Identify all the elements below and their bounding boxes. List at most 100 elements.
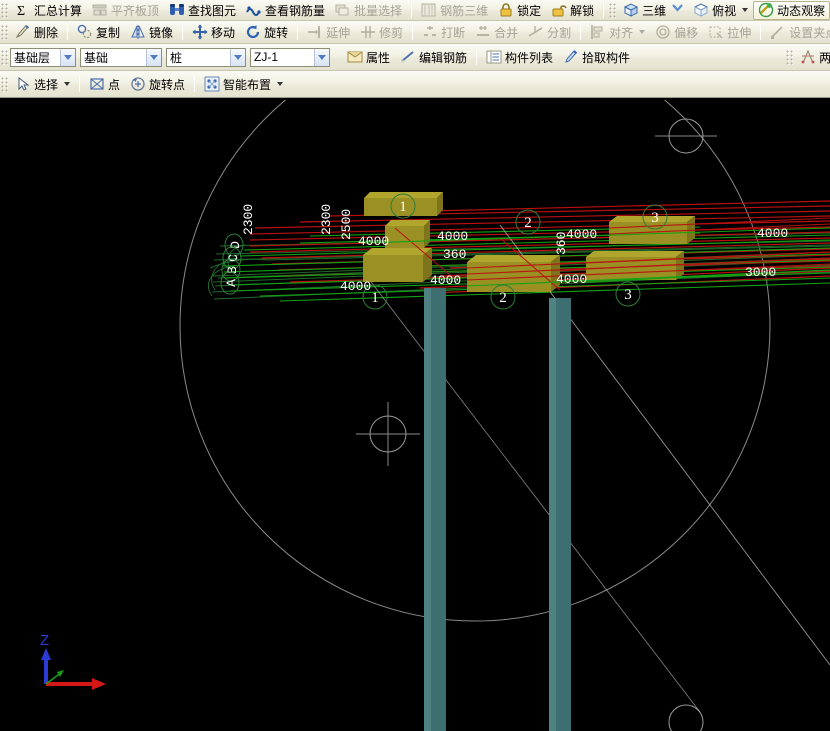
pile-shaft-left[interactable]	[424, 288, 446, 731]
toolbar-item-batch-select[interactable]: 批量选择	[330, 1, 407, 20]
toolbar-item-break[interactable]: 打断	[417, 23, 470, 42]
pile-cap-1-mid[interactable]	[385, 220, 430, 248]
toolbar-item-edit-rebar[interactable]: 编辑钢筋	[395, 48, 472, 67]
toolbar-separator	[412, 24, 413, 40]
toolbar-label: 编辑钢筋	[419, 49, 467, 66]
toolbar-label: 旋转	[264, 24, 288, 41]
toolbar-label: 设置夹点	[789, 24, 830, 41]
properties-icon	[347, 49, 363, 65]
toolbar-separator	[580, 24, 581, 40]
toolbar-label: 锁定	[517, 2, 541, 19]
toolbar-label: 复制	[96, 24, 120, 41]
select-category[interactable]: 基础	[80, 48, 162, 67]
toolbar-item-set-grip[interactable]: 设置夹点	[765, 23, 830, 42]
toolbar-item-merge[interactable]: 合并	[470, 23, 523, 42]
toolbar-grip[interactable]	[786, 50, 793, 65]
toolbar-item-smart-layout[interactable]: 智能布置	[199, 75, 288, 94]
toolbar-label: 拾取构件	[582, 49, 630, 66]
toolbar-item-offset[interactable]: 偏移	[650, 23, 703, 42]
properties-toolbar: 基础层 基础 桩 ZJ-1 属性	[0, 44, 830, 71]
pile-shaft-right[interactable]	[549, 298, 571, 731]
smart-layout-icon	[204, 76, 220, 92]
3d-model-canvas[interactable]: 1 1 2 2 3	[0, 100, 830, 731]
pile-cap-1-low[interactable]	[363, 248, 432, 282]
toolbar-item-component-list[interactable]: 构件列表	[481, 48, 558, 67]
grid-bubble-label: 2	[499, 290, 507, 306]
toolbar-item-summary-calc[interactable]: Σ 汇总计算	[10, 1, 87, 20]
3d-viewport[interactable]: 1 1 2 2 3	[0, 100, 830, 731]
grid-bubble-label: 3	[624, 287, 632, 303]
select-element-name-value: ZJ-1	[251, 50, 314, 64]
application-window: Σ 汇总计算 平齐板顶 查找图元	[0, 0, 830, 731]
toolbar-item-find-element[interactable]: 查找图元	[164, 1, 241, 20]
grid-bubble-label: 2	[524, 215, 532, 231]
toolbar-label: 点	[108, 76, 120, 93]
dimension-text: 360	[443, 247, 466, 262]
axis-bubble-label: C	[226, 254, 241, 262]
toolbar-label: 钢筋三维	[440, 2, 488, 19]
toolbar-item-properties[interactable]: 属性	[342, 48, 395, 67]
select-category-arrow[interactable]	[146, 49, 161, 66]
edit-toolbar: 删除 复制 镜像 移动	[0, 21, 830, 44]
point-icon	[89, 76, 105, 92]
select-element-name[interactable]: ZJ-1	[250, 48, 330, 67]
toolbar-item-two-point[interactable]: 两点	[795, 48, 830, 67]
toolbar-grip[interactable]	[1, 25, 8, 40]
cube-top-icon	[693, 2, 709, 18]
toolbar-item-dynamic-orbit[interactable]: 动态观察	[753, 1, 830, 20]
toolbar-item-point[interactable]: 点	[84, 75, 125, 94]
chevron-down-icon	[742, 8, 748, 12]
cube-3d-icon	[623, 2, 639, 18]
select-element-name-arrow[interactable]	[314, 49, 329, 66]
dimension-text: 4000	[757, 226, 788, 241]
select-category-value: 基础	[81, 49, 146, 66]
toolbar-item-move[interactable]: 移动	[187, 23, 240, 42]
select-floor[interactable]: 基础层	[10, 48, 76, 67]
toolbar-item-mirror[interactable]: 镜像	[125, 23, 178, 42]
chevron-down-icon	[639, 30, 645, 34]
toolbar-item-lock[interactable]: 锁定	[493, 1, 546, 20]
select-floor-arrow[interactable]	[60, 49, 75, 66]
toolbar-item-delete[interactable]: 删除	[10, 23, 63, 42]
toolbar-item-rebar-3d[interactable]: 钢筋三维	[416, 1, 493, 20]
dimension-text: 4000	[437, 229, 468, 244]
toolbar-label: 打断	[441, 24, 465, 41]
toolbar-item-extend[interactable]: 延伸	[302, 23, 355, 42]
toolbar-grip[interactable]	[1, 50, 8, 65]
toolbar-label: 汇总计算	[34, 2, 82, 19]
toolbar-item-unlock[interactable]: 解锁	[546, 1, 599, 20]
toolbar-item-flatten-slab[interactable]: 平齐板顶	[87, 1, 164, 20]
toolbar-item-top-view[interactable]: 俯视	[688, 1, 753, 20]
toolbar-item-3d-view[interactable]: 三维	[618, 1, 671, 20]
select-element-type[interactable]: 桩	[166, 48, 246, 67]
toolbar-item-rotate[interactable]: 旋转	[240, 23, 293, 42]
toolbar-item-view-rebar-qty[interactable]: 查看钢筋量	[241, 1, 330, 20]
toolbar-grip[interactable]	[1, 3, 8, 18]
select-element-type-arrow[interactable]	[230, 49, 245, 66]
dimension-text: 3000	[745, 265, 776, 280]
toolbar-label: 延伸	[326, 24, 350, 41]
toolbar-item-pick-component[interactable]: 拾取构件	[558, 48, 635, 67]
mirror-icon	[130, 24, 146, 40]
toolbar-item-select[interactable]: 选择	[10, 75, 75, 94]
toolbar-grip[interactable]	[1, 77, 8, 92]
rebar-3d-icon	[421, 2, 437, 18]
toolbar-item-rotate-point[interactable]: 旋转点	[125, 75, 190, 94]
toolbar-label: 动态观察	[777, 2, 825, 19]
toolbar-label: 拉伸	[727, 24, 751, 41]
toolbar-item-stretch[interactable]: 拉伸	[703, 23, 756, 42]
toolbar-label: 批量选择	[354, 2, 402, 19]
toolbar-grip[interactable]	[609, 3, 616, 18]
set-grip-icon	[770, 24, 786, 40]
toolbar-item-copy[interactable]: 复制	[72, 23, 125, 42]
toolbar-label: 三维	[642, 2, 666, 19]
merge-icon	[475, 24, 491, 40]
toolbar-item-trim[interactable]: 修剪	[355, 23, 408, 42]
toolbar-label: 旋转点	[149, 76, 185, 93]
3d-view-dropdown[interactable]	[671, 1, 684, 19]
toolbar-item-split[interactable]: 分割	[523, 23, 576, 42]
toolbar-label: 修剪	[379, 24, 403, 41]
two-point-icon	[800, 49, 816, 65]
pick-component-icon	[563, 49, 579, 65]
toolbar-item-align[interactable]: 对齐	[585, 23, 650, 42]
